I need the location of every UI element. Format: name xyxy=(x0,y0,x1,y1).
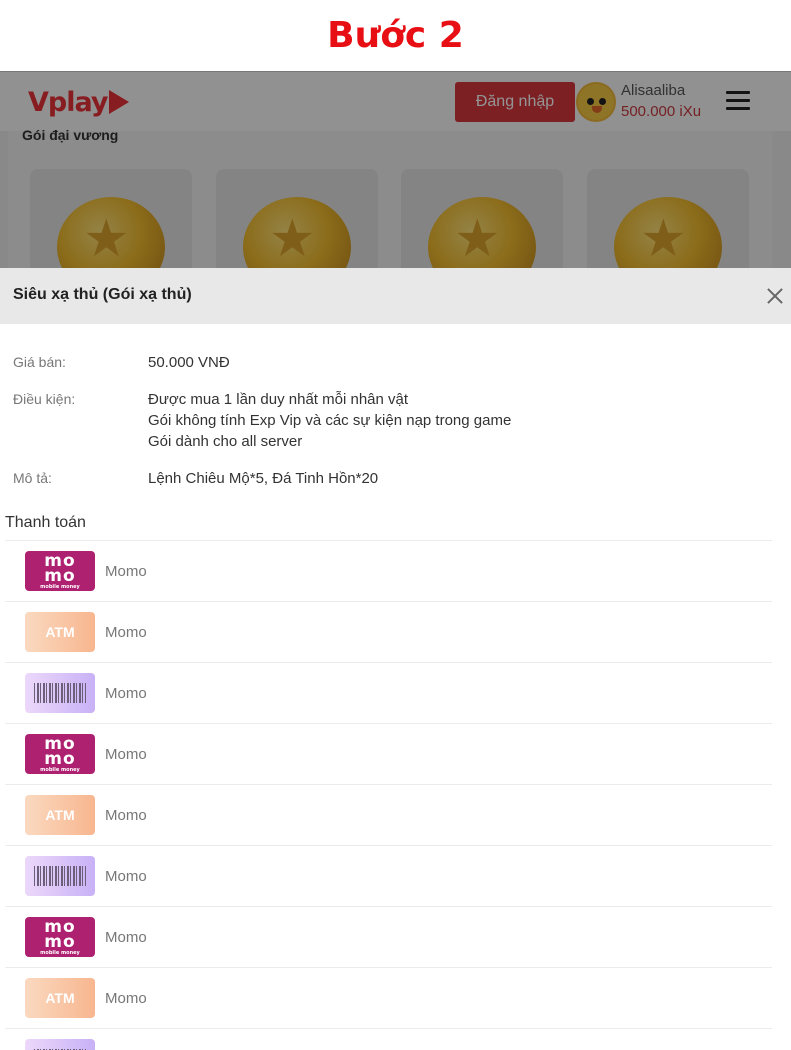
payment-method-label: Momo xyxy=(105,624,147,641)
condition-line: Gói không tính Exp Vip và các sự kiện nạ… xyxy=(148,412,512,429)
payment-title: Thanh toán xyxy=(5,514,86,531)
price-label: Giá bán: xyxy=(13,354,66,370)
payment-method-row[interactable] xyxy=(5,1028,772,1050)
modal-header: Siêu xạ thủ (Gói xạ thủ) xyxy=(0,268,791,324)
condition-line: Gói dành cho all server xyxy=(148,433,303,450)
description-label: Mô tả: xyxy=(13,470,52,486)
payment-method-row[interactable]: ATM Momo xyxy=(5,967,772,1028)
payment-method-row[interactable]: ATM Momo xyxy=(5,601,772,662)
payment-method-label: Momo xyxy=(105,868,147,885)
payment-method-label: Momo xyxy=(105,746,147,763)
payment-method-label: Momo xyxy=(105,807,147,824)
package-modal: Siêu xạ thủ (Gói xạ thủ) Giá bán: 50.000… xyxy=(0,268,791,1050)
condition-label: Điều kiện: xyxy=(13,391,76,407)
modal-title: Siêu xạ thủ (Gói xạ thủ) xyxy=(13,286,192,303)
payment-method-label: Momo xyxy=(105,929,147,946)
barcode-card-icon xyxy=(25,673,95,713)
atm-logo-icon: ATM xyxy=(25,612,95,652)
payment-method-label: Momo xyxy=(105,685,147,702)
atm-logo-icon: ATM xyxy=(25,978,95,1018)
payment-method-row[interactable]: ATM Momo xyxy=(5,784,772,845)
payment-method-list: mo mo mobile money Momo ATM Momo Momo mo… xyxy=(5,540,772,1050)
momo-logo-icon: mo mo mobile money xyxy=(25,917,95,957)
payment-method-row[interactable]: Momo xyxy=(5,845,772,906)
barcode-card-icon xyxy=(25,1039,95,1050)
price-value: 50.000 VNĐ xyxy=(148,354,230,371)
condition-line: Được mua 1 lần duy nhất mỗi nhân vật xyxy=(148,391,409,408)
payment-method-row[interactable]: Momo xyxy=(5,662,772,723)
payment-method-row[interactable]: mo mo mobile money Momo xyxy=(5,723,772,784)
step-title: Bước 2 xyxy=(0,0,791,71)
momo-logo-icon: mo mo mobile money xyxy=(25,734,95,774)
payment-method-label: Momo xyxy=(105,563,147,580)
payment-method-row[interactable]: mo mo mobile money Momo xyxy=(5,906,772,967)
description-value: Lệnh Chiêu Mộ*5, Đá Tinh Hồn*20 xyxy=(148,470,379,487)
modal-backdrop[interactable] xyxy=(0,71,791,268)
payment-method-label: Momo xyxy=(105,990,147,1007)
momo-logo-icon: mo mo mobile money xyxy=(25,551,95,591)
atm-logo-icon: ATM xyxy=(25,795,95,835)
barcode-card-icon xyxy=(25,856,95,896)
payment-method-row[interactable]: mo mo mobile money Momo xyxy=(5,540,772,601)
background-page: Vplay Đăng nhập Alisaaliba 500.000 iXu G… xyxy=(0,71,791,268)
close-icon[interactable] xyxy=(764,285,786,307)
